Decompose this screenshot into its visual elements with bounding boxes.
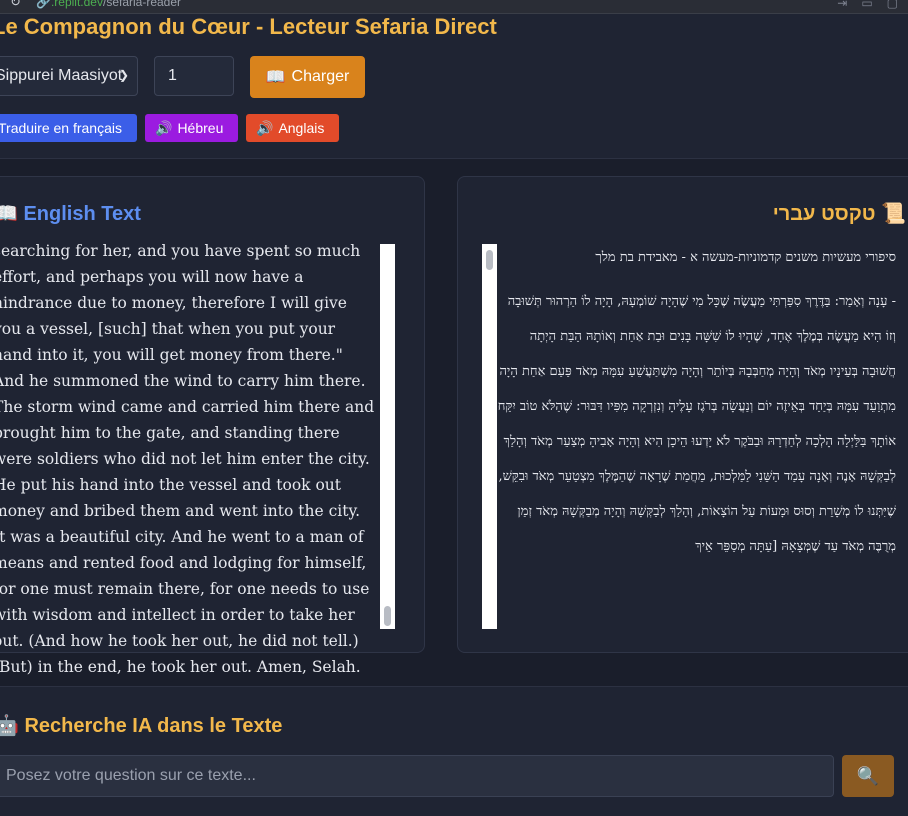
search-icon: 🔍 bbox=[856, 765, 880, 786]
lock-icon: 🔗 bbox=[36, 0, 51, 9]
menu-icon[interactable]: ▢ bbox=[887, 0, 898, 10]
english-panel: 📖 English Text searching for her, and yo… bbox=[0, 176, 425, 676]
ai-title-text: Recherche IA dans le Texte bbox=[24, 715, 283, 737]
book-icon: 📖 bbox=[265, 69, 286, 86]
hebrew-body: - עָנָה וְאָמַר: בַּדֶּרֶךְ סִפַּרְתִּי … bbox=[497, 294, 896, 554]
header-section: Le Compagnon du Cœur - Lecteur Sefaria D… bbox=[0, 14, 908, 159]
hebrew-panel: 📜 טקסט עברי סיפורי מעשיות משנים קדמוניות… bbox=[457, 176, 908, 653]
chapter-input[interactable]: 1 bbox=[154, 56, 234, 96]
scroll-icon: 📜 bbox=[881, 203, 906, 225]
english-panel-title-text: English Text bbox=[23, 203, 141, 225]
english-scrollbar[interactable] bbox=[380, 244, 395, 629]
speaker-icon: 🔊 bbox=[155, 119, 173, 136]
hebrew-text: סיפורי מעשיות משנים קדמוניות-מעשה א - מא… bbox=[496, 246, 896, 564]
hebrew-panel-title: 📜 טקסט עברי bbox=[773, 201, 906, 226]
english-panel-title: 📖 English Text bbox=[0, 201, 141, 226]
english-text: searching for her, and you have spent so… bbox=[0, 242, 380, 676]
hebrew-heading: סיפורי מעשיות משנים קדמוניות-מעשה א - מא… bbox=[595, 250, 896, 265]
english-audio-label: Anglais bbox=[278, 120, 325, 136]
speaker-icon: 🔊 bbox=[256, 119, 274, 136]
translate-button[interactable]: Traduire en français bbox=[0, 114, 137, 142]
hebrew-panel-title-text: טקסט עברי bbox=[772, 203, 876, 225]
scrollbar-thumb[interactable] bbox=[384, 606, 391, 626]
chevron-down-icon: ❯ bbox=[118, 68, 129, 82]
book-select[interactable]: Sippurei Maasiyot ❯ bbox=[0, 56, 138, 96]
load-button-label: Charger bbox=[291, 68, 350, 85]
ai-search-section: 🤖 Recherche IA dans le Texte Posez votre… bbox=[0, 686, 908, 816]
robot-icon: 🤖 bbox=[0, 715, 19, 737]
hebrew-text-box[interactable]: סיפורי מעשיות משנים קדמוניות-מעשה א - מא… bbox=[482, 244, 902, 629]
ai-question-input[interactable]: Posez votre question sur ce texte... bbox=[0, 755, 834, 797]
url-bar[interactable]: 🔗.replit.dev/sefaria-reader bbox=[36, 0, 181, 9]
reload-icon[interactable]: ↻ bbox=[10, 0, 26, 10]
book-icon: 📖 bbox=[0, 203, 18, 225]
hebrew-audio-label: Hébreu bbox=[177, 120, 224, 136]
english-text-box[interactable]: searching for her, and you have spent so… bbox=[0, 242, 395, 676]
share-icon[interactable]: ⇥ bbox=[837, 0, 847, 10]
book-select-value: Sippurei Maasiyot bbox=[0, 67, 123, 84]
window-icon[interactable]: ▭ bbox=[861, 0, 872, 10]
ai-section-title: 🤖 Recherche IA dans le Texte bbox=[0, 713, 282, 738]
browser-toolbar: ↻ 🔗.replit.dev/sefaria-reader ⇥ ▭ ▢ bbox=[0, 0, 908, 14]
scrollbar-thumb[interactable] bbox=[486, 250, 493, 270]
page-title: Le Compagnon du Cœur - Lecteur Sefaria D… bbox=[0, 14, 497, 39]
hebrew-audio-button[interactable]: 🔊 Hébreu bbox=[145, 114, 238, 142]
hebrew-scrollbar[interactable] bbox=[482, 244, 497, 629]
translate-button-label: Traduire en français bbox=[0, 120, 122, 136]
english-audio-button[interactable]: 🔊 Anglais bbox=[246, 114, 339, 142]
load-button[interactable]: 📖 Charger bbox=[250, 56, 365, 98]
url-domain: .replit.dev bbox=[50, 0, 103, 9]
toolbar-right: ⇥ ▭ ▢ bbox=[837, 0, 898, 10]
ai-search-button[interactable]: 🔍 bbox=[842, 755, 894, 797]
url-path: /sefaria-reader bbox=[102, 0, 182, 9]
